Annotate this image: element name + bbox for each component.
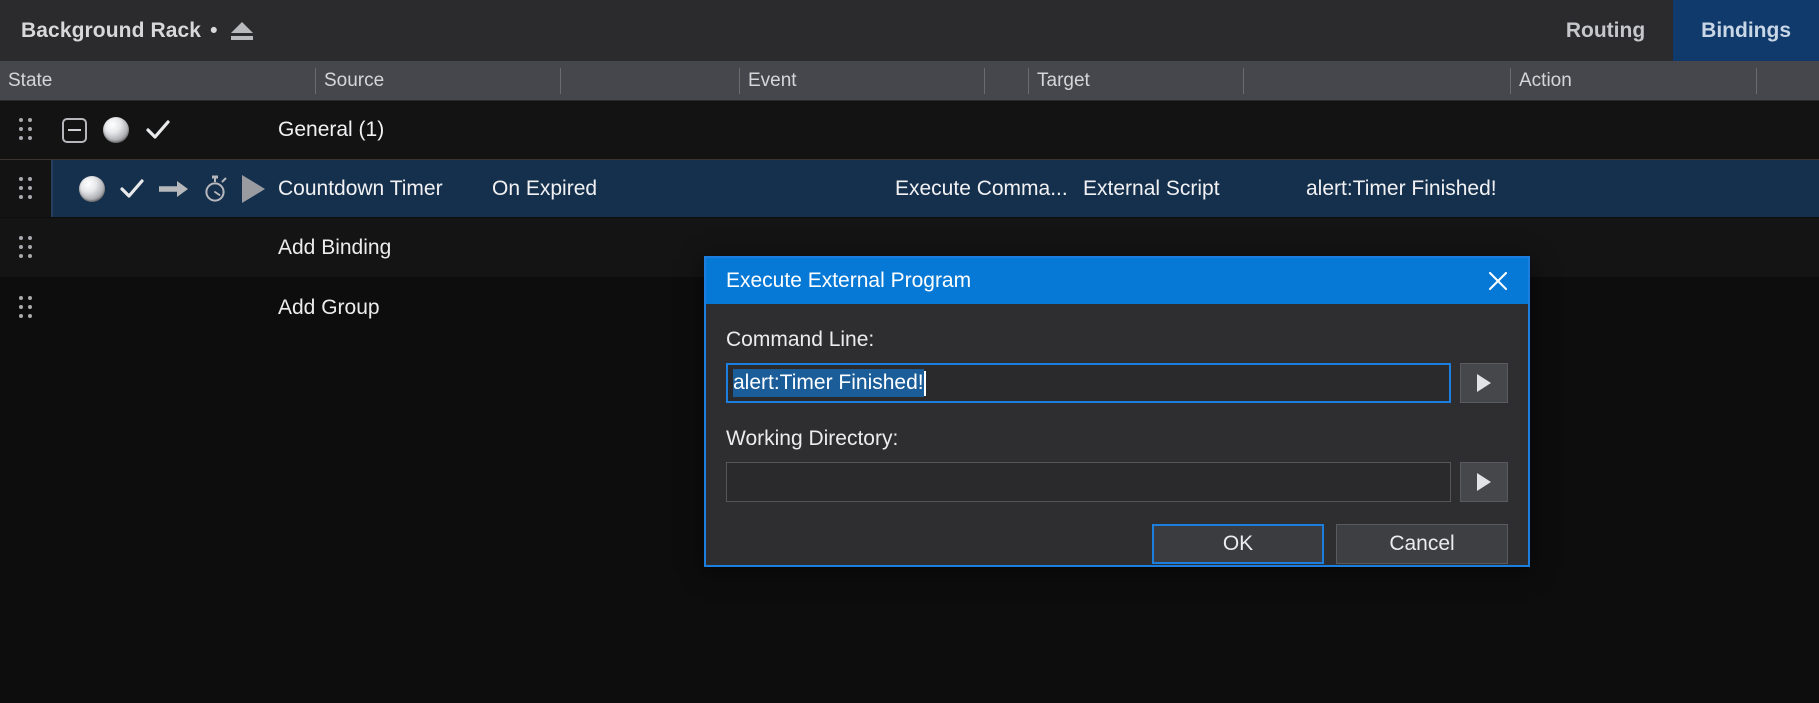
binding-action: alert:Timer Finished! (1306, 176, 1497, 200)
command-line-input[interactable]: alert:Timer Finished! (726, 363, 1451, 403)
dialog-footer: OK Cancel (706, 524, 1528, 564)
binding-state-cell (51, 160, 277, 217)
binding-event: On Expired (492, 176, 598, 200)
row-drag-gutter[interactable] (0, 278, 51, 338)
tab-bindings[interactable]: Bindings (1673, 0, 1819, 61)
table-row-group[interactable]: General (1) (0, 101, 1819, 160)
led-sphere-icon[interactable] (103, 117, 129, 143)
stopwatch-icon[interactable] (202, 175, 228, 203)
add-binding-button[interactable]: Add Binding (278, 218, 391, 277)
working-directory-browse-button[interactable] (1460, 462, 1508, 502)
browse-triangle-icon (1477, 473, 1491, 491)
selection-edge (51, 160, 53, 217)
ok-button[interactable]: OK (1152, 524, 1324, 564)
close-icon[interactable] (1474, 259, 1522, 303)
tab-routing[interactable]: Routing (1537, 0, 1674, 61)
table-row-binding[interactable]: Countdown Timer On Expired Execute Comma… (0, 160, 1819, 218)
command-line-label: Command Line: (726, 328, 875, 351)
checkmark-icon[interactable] (145, 117, 171, 143)
column-header-action[interactable]: Action (1511, 61, 1757, 101)
eject-icon[interactable] (231, 21, 254, 41)
column-header-event[interactable]: Event (740, 61, 985, 101)
column-header-source-sub[interactable] (561, 61, 740, 101)
dialog-title: Execute External Program (726, 269, 972, 292)
column-header-target[interactable]: Target (1029, 61, 1244, 101)
working-directory-label: Working Directory: (726, 427, 899, 450)
page-title: Background Rack (21, 18, 202, 42)
table-column-headers: State Source Event Target Action (0, 61, 1819, 101)
tab-bar: Routing Bindings (1537, 0, 1819, 61)
cancel-button[interactable]: Cancel (1336, 524, 1508, 564)
column-header-target-sub[interactable] (1244, 61, 1511, 101)
column-header-state-label: State (8, 70, 53, 91)
column-header-event-sub[interactable] (985, 61, 1029, 101)
column-header-source-label: Source (324, 70, 385, 91)
column-header-action-label: Action (1519, 70, 1572, 91)
command-line-browse-button[interactable] (1460, 363, 1508, 403)
binding-target: Execute Comma... (895, 176, 1068, 200)
row-drag-gutter[interactable] (0, 160, 51, 217)
column-header-state[interactable]: State (0, 61, 316, 101)
drag-handle-icon[interactable] (19, 296, 32, 320)
play-triangle-icon[interactable] (242, 174, 265, 203)
row-drag-gutter[interactable] (0, 218, 51, 277)
drag-handle-icon[interactable] (19, 118, 32, 142)
checkmark-icon[interactable] (119, 176, 145, 202)
dialog-body: Command Line: alert:Timer Finished! Work… (706, 304, 1528, 502)
modified-dot: • (210, 18, 218, 42)
drag-handle-icon[interactable] (19, 235, 32, 260)
binding-source: Countdown Timer (278, 176, 443, 200)
drag-handle-icon[interactable] (19, 176, 32, 201)
dialog-titlebar: Execute External Program (706, 258, 1528, 304)
column-header-source[interactable]: Source (316, 61, 561, 101)
led-sphere-icon[interactable] (79, 175, 105, 202)
command-line-row: alert:Timer Finished! (726, 363, 1508, 403)
working-directory-row (726, 462, 1508, 502)
text-caret (923, 370, 926, 396)
column-header-event-label: Event (748, 70, 797, 91)
command-line-value: alert:Timer Finished! (733, 368, 924, 398)
window-titlebar: Background Rack • Routing Bindings (0, 0, 1819, 61)
group-title: General (1) (278, 118, 385, 141)
column-header-target-label: Target (1037, 70, 1090, 91)
column-header-action-sub[interactable] (1757, 61, 1819, 101)
working-directory-input[interactable] (726, 462, 1451, 502)
execute-external-program-dialog: Execute External Program Command Line: a… (704, 256, 1530, 567)
row-drag-gutter[interactable] (0, 101, 51, 159)
group-state-cell (51, 101, 277, 159)
add-group-button[interactable]: Add Group (278, 278, 380, 338)
browse-triangle-icon (1477, 374, 1491, 392)
minus-box-icon[interactable] (62, 117, 87, 143)
arrow-right-icon[interactable] (159, 178, 188, 200)
binding-target-detail: External Script (1083, 176, 1220, 200)
